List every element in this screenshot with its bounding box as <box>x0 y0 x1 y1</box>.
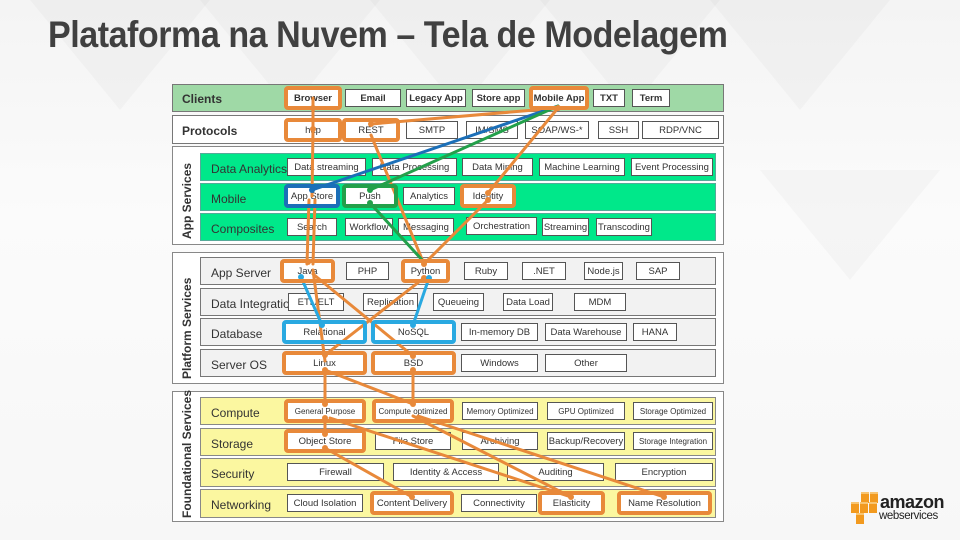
service-compute-optimized[interactable]: Compute optimized <box>375 402 451 420</box>
service-analytics[interactable]: Analytics <box>403 187 455 205</box>
service-connectivity[interactable]: Connectivity <box>461 494 537 512</box>
layer-label-mobile: Mobile <box>211 192 247 206</box>
service-orchestration[interactable]: Orchestration <box>466 217 537 235</box>
protocol-ssh[interactable]: SSH <box>598 121 639 139</box>
clients-label: Clients <box>182 92 223 106</box>
service-etl-elt[interactable]: ETL/ELT <box>288 293 344 311</box>
service-streaming[interactable]: Streaming <box>542 218 589 236</box>
service-transcoding[interactable]: Transcoding <box>596 218 652 236</box>
service-object-store[interactable]: Object Store <box>287 432 363 450</box>
service-firewall[interactable]: Firewall <box>287 463 384 481</box>
service-hana[interactable]: HANA <box>633 323 677 341</box>
aws-logo: amazon webservices <box>850 492 950 532</box>
protocol-im-sms[interactable]: IM/SMS <box>466 121 518 139</box>
service-storage-integration[interactable]: Storage Integration <box>633 432 713 450</box>
service-in-memory-db[interactable]: In-memory DB <box>461 323 538 341</box>
layer-label-app-server: App Server <box>211 266 272 280</box>
background-decoration <box>710 0 890 110</box>
service-java[interactable]: Java <box>283 262 332 280</box>
layer-label-server-os: Server OS <box>211 358 268 372</box>
protocol-rdp-vnc[interactable]: RDP/VNC <box>642 121 719 139</box>
background-decoration <box>760 170 940 280</box>
service-workflow[interactable]: Workflow <box>345 218 393 236</box>
service-cloud-isolation[interactable]: Cloud Isolation <box>287 494 363 512</box>
service-archiving[interactable]: Archiving <box>462 432 538 450</box>
service-replication[interactable]: Replication <box>363 293 418 311</box>
service-linux[interactable]: Linux <box>285 354 364 372</box>
client-legacy-app[interactable]: Legacy App <box>406 89 466 107</box>
service-queueing[interactable]: Queueing <box>433 293 484 311</box>
client-term[interactable]: Term <box>632 89 670 107</box>
layer-label-composites: Composites <box>211 222 275 236</box>
app-services-label: App Services <box>180 162 194 239</box>
service-messaging[interactable]: Messaging <box>398 218 454 236</box>
service-encryption[interactable]: Encryption <box>615 463 713 481</box>
protocol-smtp[interactable]: SMTP <box>406 121 458 139</box>
service-search[interactable]: Search <box>287 218 337 236</box>
client-browser[interactable]: Browser <box>287 89 339 107</box>
service-php[interactable]: PHP <box>346 262 389 280</box>
service-other[interactable]: Other <box>545 354 627 372</box>
layer-label-networking: Networking <box>211 498 272 512</box>
service-python[interactable]: Python <box>404 262 447 280</box>
service-name-resolution[interactable]: Name Resolution <box>620 494 709 512</box>
service-backup-recovery[interactable]: Backup/Recovery <box>547 432 625 450</box>
client-mobile-app[interactable]: Mobile App <box>532 89 586 107</box>
layer-server-os: Server OS <box>200 349 716 377</box>
layer-mobile: Mobile <box>200 183 716 211</box>
service-elasticity[interactable]: Elasticity <box>541 494 602 512</box>
layer-label-storage: Storage <box>211 437 254 451</box>
protocols-label: Protocols <box>182 124 238 138</box>
layer-label-security: Security <box>211 467 255 481</box>
platform-services-label: Platform Services <box>180 277 194 379</box>
service-content-delivery[interactable]: Content Delivery <box>373 494 451 512</box>
client-store-app[interactable]: Store app <box>472 89 525 107</box>
service-sap[interactable]: SAP <box>636 262 680 280</box>
service-dotnet[interactable]: .NET <box>522 262 566 280</box>
service-identity-access[interactable]: Identity & Access <box>393 463 499 481</box>
service-machine-learning[interactable]: Machine Learning <box>539 158 625 176</box>
service-ruby[interactable]: Ruby <box>464 262 508 280</box>
service-data-mining[interactable]: Data Mining <box>462 158 533 176</box>
service-data-warehouse[interactable]: Data Warehouse <box>545 323 627 341</box>
service-push[interactable]: Push <box>345 187 395 205</box>
service-nosql[interactable]: NoSQL <box>374 323 453 341</box>
service-app-store[interactable]: App Store <box>287 187 337 205</box>
service-storage-optimized[interactable]: Storage Optimized <box>633 402 713 420</box>
service-file-store[interactable]: File Store <box>375 432 451 450</box>
service-relational[interactable]: Relational <box>285 323 364 341</box>
client-txt[interactable]: TXT <box>593 89 625 107</box>
layer-label-data-analytics: Data Analytics <box>211 162 288 176</box>
service-memory-optimized[interactable]: Memory Optimized <box>462 402 538 420</box>
service-windows[interactable]: Windows <box>461 354 538 372</box>
service-data-processing[interactable]: Data Processing <box>372 158 457 176</box>
protocol-soap[interactable]: SOAP/WS-* <box>525 121 589 139</box>
layer-label-database: Database <box>211 327 263 341</box>
service-event-processing[interactable]: Event Processing <box>631 158 713 176</box>
layer-label-data-integration: Data Integration <box>211 297 297 311</box>
layer-label-compute: Compute <box>211 406 260 420</box>
service-mdm[interactable]: MDM <box>574 293 626 311</box>
service-bsd[interactable]: BSD <box>374 354 453 372</box>
service-identity[interactable]: Identity <box>463 187 513 205</box>
page-title: Plataforma na Nuvem – Tela de Modelagem <box>48 14 728 55</box>
foundational-services-label: Foundational Services <box>180 389 194 518</box>
service-nodejs[interactable]: Node.js <box>584 262 623 280</box>
aws-logo-webservices: webservices <box>879 510 938 522</box>
service-data-load[interactable]: Data Load <box>503 293 553 311</box>
service-data-streaming[interactable]: Data streaming <box>287 158 366 176</box>
service-general-purpose[interactable]: General Purpose <box>287 402 363 420</box>
client-email[interactable]: Email <box>345 89 401 107</box>
service-gpu-optimized[interactable]: GPU Optimized <box>547 402 625 420</box>
service-auditing[interactable]: Auditing <box>507 463 604 481</box>
protocol-http[interactable]: http <box>287 121 339 139</box>
protocol-rest[interactable]: REST <box>345 121 397 139</box>
